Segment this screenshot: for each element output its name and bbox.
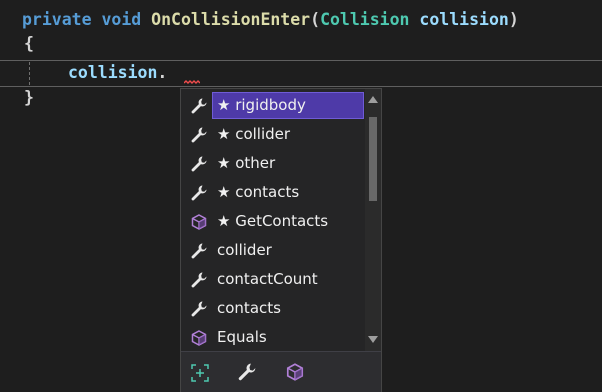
close-paren: ) bbox=[508, 10, 519, 29]
code-line-3[interactable]: collision. bbox=[0, 62, 602, 84]
code-line-2[interactable]: { bbox=[24, 33, 602, 55]
open-paren: ( bbox=[310, 10, 321, 29]
completion-item[interactable]: ★ other bbox=[181, 149, 365, 178]
completion-item-label: contacts bbox=[217, 299, 281, 317]
member-access-dot: . bbox=[157, 63, 168, 82]
completion-item-label: ★ rigidbody bbox=[217, 96, 306, 114]
filter-method-cube-icon[interactable] bbox=[285, 362, 307, 384]
line3-content: collision. bbox=[68, 62, 167, 84]
wrench-icon bbox=[190, 97, 208, 115]
collision-identifier: collision bbox=[68, 63, 158, 82]
wrench-icon bbox=[190, 242, 208, 260]
scroll-thumb[interactable] bbox=[369, 117, 377, 201]
completion-item[interactable]: ★ collider bbox=[181, 120, 365, 149]
error-squiggle bbox=[184, 80, 200, 84]
completion-item-label: ★ collider bbox=[217, 125, 291, 143]
keyword-private: private bbox=[22, 10, 92, 29]
param-type: Collision bbox=[320, 10, 410, 29]
completion-item[interactable]: collider bbox=[181, 236, 365, 265]
completion-item[interactable]: contactCount bbox=[181, 265, 365, 294]
completion-item-label: Equals bbox=[217, 328, 267, 346]
completion-item[interactable]: contacts bbox=[181, 294, 365, 323]
keyword-void: void bbox=[101, 10, 142, 29]
completion-item-label: ★ contacts bbox=[217, 183, 300, 201]
method-name: OnCollisionEnter bbox=[151, 10, 311, 29]
filter-wrench-icon[interactable] bbox=[237, 362, 259, 384]
completion-item-label: contactCount bbox=[217, 270, 318, 288]
completion-item[interactable]: ★ contacts bbox=[181, 178, 365, 207]
completion-item[interactable]: Equals bbox=[181, 323, 365, 352]
code-line-1[interactable]: private void OnCollisionEnter(Collision … bbox=[22, 9, 602, 31]
completion-item[interactable]: ★ GetContacts bbox=[181, 207, 365, 236]
close-brace: } bbox=[24, 88, 34, 107]
param-name: collision bbox=[419, 10, 509, 29]
completion-item-label: collider bbox=[217, 241, 272, 259]
scroll-up-arrow-icon[interactable] bbox=[368, 96, 378, 103]
scroll-down-arrow-icon[interactable] bbox=[368, 336, 378, 343]
method-cube-icon bbox=[190, 329, 208, 347]
wrench-icon bbox=[190, 155, 208, 173]
wrench-icon bbox=[190, 184, 208, 202]
completion-scrollbar[interactable] bbox=[365, 89, 381, 351]
completion-filter-bar bbox=[181, 351, 381, 392]
completion-item[interactable]: ★ rigidbody bbox=[181, 91, 365, 120]
completion-item-label: ★ other bbox=[217, 154, 276, 172]
filter-expand-filter-icon[interactable] bbox=[189, 362, 211, 384]
wrench-icon bbox=[190, 271, 208, 289]
completion-item-label: ★ GetContacts bbox=[217, 212, 329, 230]
wrench-icon bbox=[190, 300, 208, 318]
open-brace: { bbox=[24, 34, 34, 53]
intellisense-popup[interactable]: ★ rigidbody ★ collider ★ other ★ contacts ★ … bbox=[180, 88, 382, 392]
wrench-icon bbox=[190, 126, 208, 144]
method-cube-icon bbox=[190, 213, 208, 231]
